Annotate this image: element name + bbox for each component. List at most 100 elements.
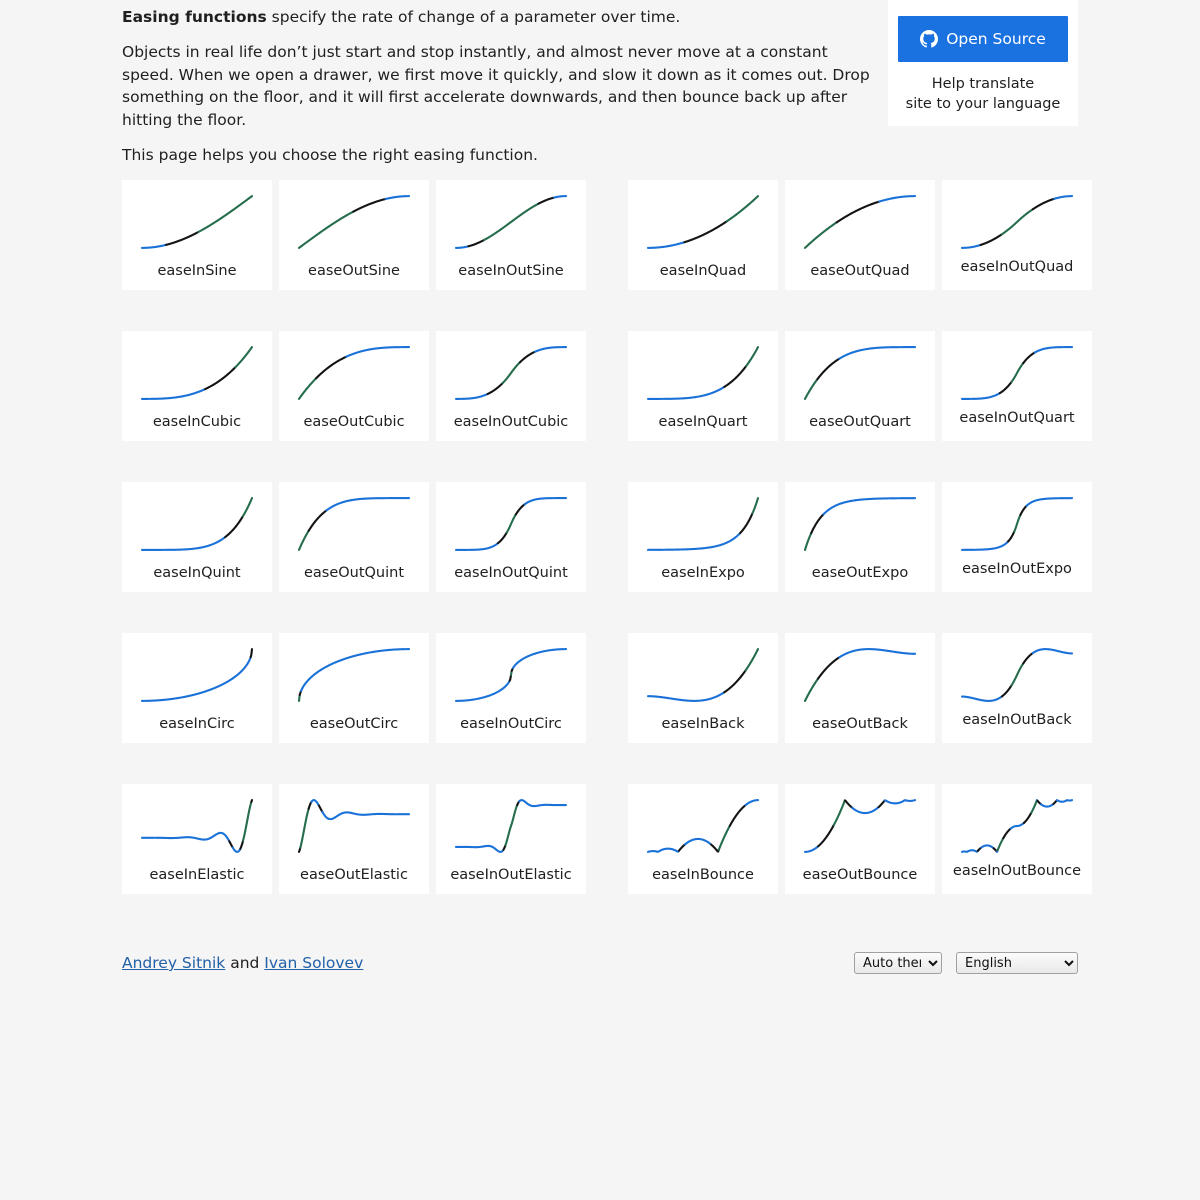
easing-card-easeOutCirc[interactable]: easeOutCirc xyxy=(279,633,429,743)
curve-segment xyxy=(231,846,242,853)
easing-card-easeInBack[interactable]: easeInBack xyxy=(628,633,778,743)
easing-card-label: easeInOutSine xyxy=(458,263,564,279)
easing-card-label: easeOutSine xyxy=(308,263,400,279)
curve-segment xyxy=(960,540,1010,551)
easing-card-label: easeInBounce xyxy=(652,867,754,883)
curve-segment xyxy=(1022,652,1034,665)
easing-card-easeInOutCubic[interactable]: easeInOutCubic xyxy=(436,331,586,441)
curve-segment xyxy=(1033,346,1074,354)
github-icon xyxy=(920,30,939,48)
curve-segment xyxy=(1000,208,1034,236)
easing-card-easeInOutBack[interactable]: easeInOutBack xyxy=(942,633,1092,743)
easing-curve xyxy=(297,648,411,702)
easing-card-easeInExpo[interactable]: easeInExpo xyxy=(628,482,778,592)
author-link-1[interactable]: Andrey Sitnik xyxy=(122,954,225,972)
easing-curve xyxy=(454,799,568,853)
easing-card-easeOutQuint[interactable]: easeOutQuint xyxy=(279,482,429,592)
curve-segment xyxy=(352,197,387,213)
curve-segment xyxy=(514,503,526,516)
easing-curve xyxy=(960,648,1074,702)
easing-card-label: easeOutElastic xyxy=(300,867,408,883)
curve-segment xyxy=(1002,827,1012,840)
aside-panel: Open Source Help translate site to your … xyxy=(888,0,1078,126)
easing-card-easeOutElastic[interactable]: easeOutElastic xyxy=(279,784,429,894)
easing-curve xyxy=(803,346,917,400)
easing-card-label: easeInQuad xyxy=(659,263,747,279)
curve-segment xyxy=(140,656,252,702)
easing-card-easeInCubic[interactable]: easeInCubic xyxy=(122,331,272,441)
curve-segment xyxy=(877,799,886,809)
language-select[interactable]: English xyxy=(956,952,1078,974)
footer-controls: Auto theme English xyxy=(854,952,1078,974)
curve-segment xyxy=(140,831,231,843)
easing-curve xyxy=(140,346,254,400)
easing-curve xyxy=(454,648,568,702)
easing-card-label: easeInOutCubic xyxy=(453,414,569,430)
curve-segment xyxy=(518,799,568,808)
easing-curve xyxy=(803,195,917,249)
curve-segment xyxy=(297,377,318,400)
curve-segment xyxy=(454,542,499,551)
easing-curve xyxy=(297,497,411,551)
easing-card-easeInOutExpo[interactable]: easeInOutExpo xyxy=(942,482,1092,592)
easing-card-easeOutBack[interactable]: easeOutBack xyxy=(785,633,935,743)
curve-segment xyxy=(878,195,917,203)
curve-segment xyxy=(1022,351,1036,365)
easing-card-easeOutBounce[interactable]: easeOutBounce xyxy=(785,784,935,894)
easing-curve xyxy=(960,195,1074,249)
easing-card-easeOutSine[interactable]: easeOutSine xyxy=(279,180,429,290)
curve-segment xyxy=(317,804,324,813)
curve-segment xyxy=(501,361,521,385)
curve-segment xyxy=(454,679,511,702)
easing-card-easeInOutCirc[interactable]: easeInOutCirc xyxy=(436,633,586,743)
curve-segment xyxy=(384,195,411,201)
easing-card-easeInElastic[interactable]: easeInElastic xyxy=(122,784,272,894)
easing-card-easeInQuart[interactable]: easeInQuart xyxy=(628,331,778,441)
curve-segment xyxy=(739,512,754,535)
open-source-button[interactable]: Open Source xyxy=(898,16,1068,62)
easing-card-easeInOutBounce[interactable]: easeInOutBounce xyxy=(942,784,1092,894)
curve-segment xyxy=(684,837,713,846)
curve-segment xyxy=(717,824,731,851)
curve-segment xyxy=(234,346,254,369)
curve-segment xyxy=(454,245,470,249)
easing-curve xyxy=(454,497,568,551)
theme-select[interactable]: Auto theme xyxy=(854,952,942,974)
easing-card-easeInCirc[interactable]: easeInCirc xyxy=(122,633,272,743)
easing-curve xyxy=(960,799,1074,853)
easing-card-easeInQuad[interactable]: easeInQuad xyxy=(628,180,778,290)
easing-card-easeInQuint[interactable]: easeInQuint xyxy=(122,482,272,592)
easing-card-label: easeOutCubic xyxy=(303,414,405,430)
easing-card-easeInOutElastic[interactable]: easeInOutElastic xyxy=(436,784,586,894)
easing-card-easeOutQuad[interactable]: easeOutQuad xyxy=(785,180,935,290)
easing-card-easeInBounce[interactable]: easeInBounce xyxy=(628,784,778,894)
easing-curve xyxy=(454,346,568,400)
curve-segment xyxy=(140,387,207,400)
easing-card-easeInOutQuint[interactable]: easeInOutQuint xyxy=(436,482,586,592)
easing-card-label: easeOutBounce xyxy=(802,867,918,883)
curve-segment xyxy=(883,799,917,805)
curve-segment xyxy=(998,380,1013,395)
curve-segment xyxy=(980,844,995,850)
curve-segment xyxy=(197,195,254,234)
author-link-2[interactable]: Ivan Solovev xyxy=(264,954,363,972)
curve-segment xyxy=(537,196,556,205)
easing-curve xyxy=(803,497,917,551)
easing-card-easeInOutQuad[interactable]: easeInOutQuad xyxy=(942,180,1092,290)
curve-segment xyxy=(454,392,489,400)
easing-card-easeOutQuart[interactable]: easeOutQuart xyxy=(785,331,935,441)
curve-segment xyxy=(996,837,1005,852)
curve-segment xyxy=(454,844,505,853)
easing-card-easeInSine[interactable]: easeInSine xyxy=(122,180,272,290)
curve-segment xyxy=(745,346,760,367)
easing-card-easeOutCubic[interactable]: easeOutCubic xyxy=(279,331,429,441)
easing-card-easeInOutQuart[interactable]: easeInOutQuart xyxy=(942,331,1092,441)
easing-card-easeInOutSine[interactable]: easeInOutSine xyxy=(436,180,586,290)
open-source-label: Open Source xyxy=(946,30,1046,48)
authors: Andrey Sitnik and Ivan Solovev xyxy=(122,954,363,972)
easing-curve xyxy=(140,648,254,702)
easing-curve xyxy=(297,799,411,853)
easing-card-easeOutExpo[interactable]: easeOutExpo xyxy=(785,482,935,592)
curve-segment xyxy=(204,366,237,391)
curve-segment xyxy=(1055,799,1074,803)
